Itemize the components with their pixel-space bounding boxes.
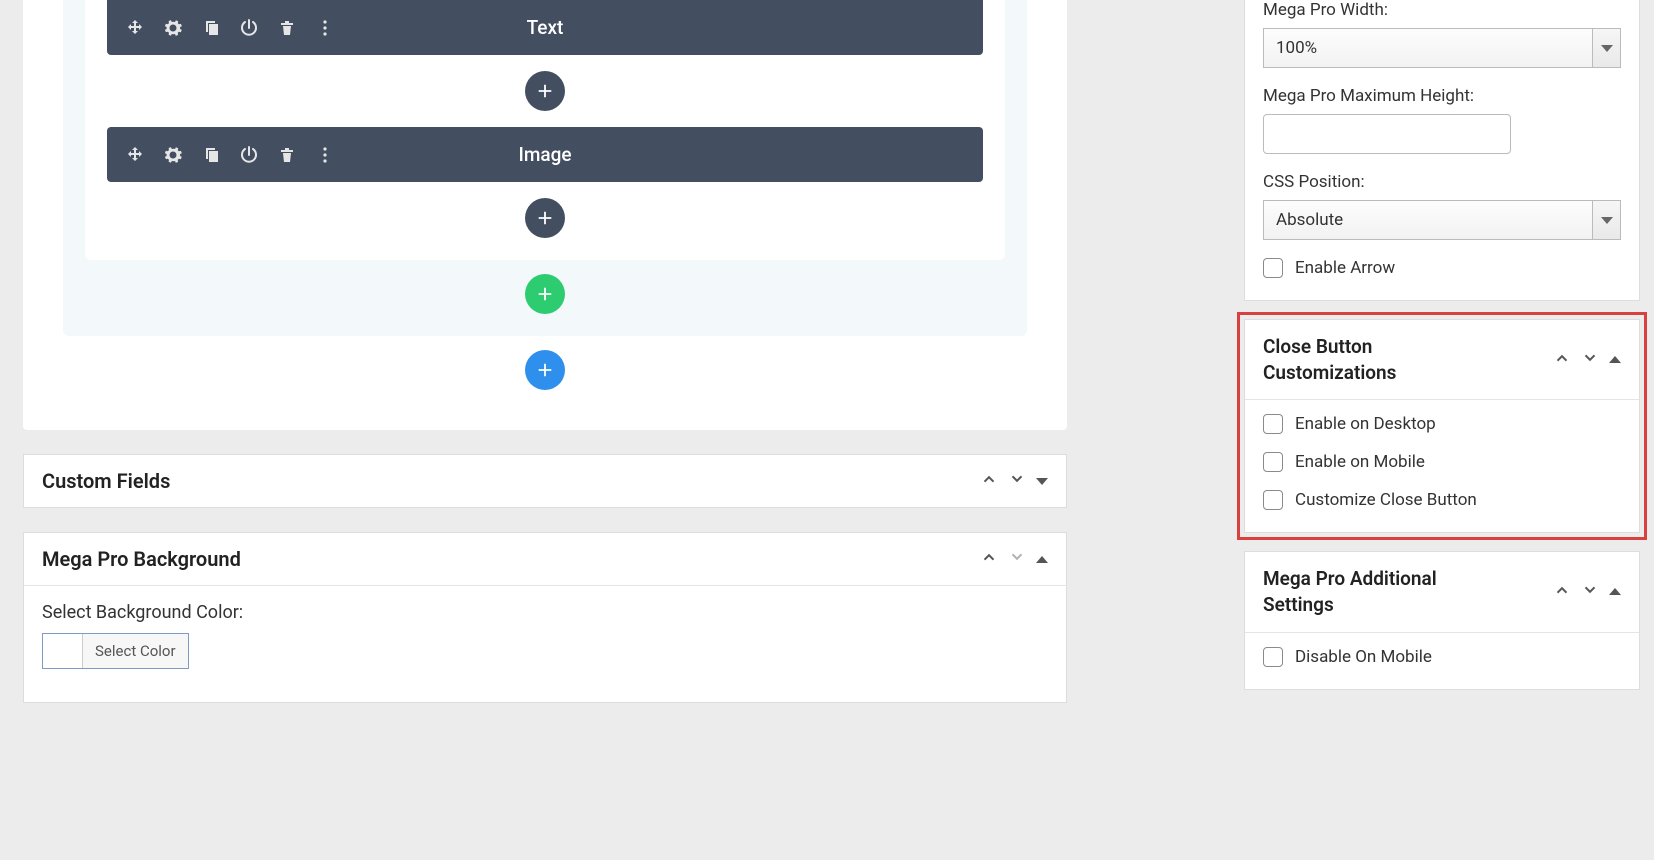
plus-icon (536, 285, 554, 303)
panel-title: Mega Pro Additional Settings (1263, 566, 1483, 617)
move-up-icon[interactable] (1553, 349, 1571, 371)
builder-inner: Text Image (63, 0, 1027, 336)
color-picker[interactable]: Select Color (42, 633, 189, 669)
move-icon[interactable] (125, 145, 145, 165)
enable-mobile-checkbox[interactable] (1263, 452, 1283, 472)
css-position-select[interactable]: Absolute (1263, 200, 1621, 240)
toggle-icon[interactable] (1609, 356, 1621, 363)
move-down-icon[interactable] (1008, 548, 1026, 570)
color-swatch[interactable] (43, 634, 83, 668)
toggle-icon[interactable] (1036, 556, 1048, 563)
panel-mega-pro-settings: Mega Pro Width: 100% Mega Pro Maximum He… (1244, 0, 1640, 301)
duplicate-icon[interactable] (201, 145, 221, 165)
enable-arrow-label: Enable Arrow (1295, 258, 1395, 278)
builder-outer: Text Image (23, 0, 1067, 430)
block-label: Text (527, 16, 564, 39)
css-position-value: Absolute (1264, 210, 1592, 230)
width-select[interactable]: 100% (1263, 28, 1621, 68)
width-value: 100% (1264, 38, 1592, 58)
dropdown-icon[interactable] (1592, 201, 1620, 239)
disable-mobile-checkbox[interactable] (1263, 647, 1283, 667)
enable-arrow-checkbox[interactable] (1263, 258, 1283, 278)
plus-icon (536, 361, 554, 379)
panel-mega-pro-additional-settings: Mega Pro Additional Settings Disable On … (1244, 551, 1640, 689)
builder-section: Text Image (85, 0, 1005, 260)
panel-title: Mega Pro Background (42, 547, 241, 571)
toggle-icon[interactable] (1609, 588, 1621, 595)
move-down-icon[interactable] (1581, 581, 1599, 603)
plus-icon (536, 209, 554, 227)
trash-icon[interactable] (277, 145, 297, 165)
max-height-input[interactable] (1263, 114, 1511, 154)
move-up-icon[interactable] (980, 548, 998, 570)
check-label: Enable on Mobile (1295, 452, 1425, 472)
more-icon[interactable] (315, 18, 335, 38)
duplicate-icon[interactable] (201, 18, 221, 38)
trash-icon[interactable] (277, 18, 297, 38)
panel-custom-fields: Custom Fields (23, 454, 1067, 508)
move-icon[interactable] (125, 18, 145, 38)
block-text[interactable]: Text (107, 0, 983, 55)
check-label: Enable on Desktop (1295, 414, 1436, 434)
move-down-icon[interactable] (1008, 470, 1026, 492)
block-image[interactable]: Image (107, 127, 983, 182)
panel-close-button-customizations: Close Button Customizations Enable on De… (1244, 319, 1640, 533)
check-label: Customize Close Button (1295, 490, 1477, 510)
gear-icon[interactable] (163, 18, 183, 38)
plus-icon (536, 82, 554, 100)
panel-mega-pro-background: Mega Pro Background Select Background Co… (23, 532, 1067, 703)
more-icon[interactable] (315, 145, 335, 165)
block-label: Image (518, 143, 571, 166)
move-up-icon[interactable] (980, 470, 998, 492)
add-module-button[interactable] (525, 198, 565, 238)
add-section-button[interactable] (525, 350, 565, 390)
max-height-label: Mega Pro Maximum Height: (1263, 86, 1621, 106)
select-color-button[interactable]: Select Color (83, 634, 188, 668)
toggle-icon[interactable] (1036, 478, 1048, 485)
power-icon[interactable] (239, 145, 259, 165)
check-label: Disable On Mobile (1295, 647, 1432, 667)
add-row-button[interactable] (525, 274, 565, 314)
panel-title: Custom Fields (42, 469, 170, 493)
move-up-icon[interactable] (1553, 581, 1571, 603)
dropdown-icon[interactable] (1592, 29, 1620, 67)
customize-close-checkbox[interactable] (1263, 490, 1283, 510)
gear-icon[interactable] (163, 145, 183, 165)
move-down-icon[interactable] (1581, 349, 1599, 371)
add-module-button[interactable] (525, 71, 565, 111)
enable-desktop-checkbox[interactable] (1263, 414, 1283, 434)
bg-color-label: Select Background Color: (42, 602, 1048, 623)
css-position-label: CSS Position: (1263, 172, 1621, 192)
power-icon[interactable] (239, 18, 259, 38)
width-label: Mega Pro Width: (1263, 0, 1621, 20)
panel-title: Close Button Customizations (1263, 334, 1483, 385)
